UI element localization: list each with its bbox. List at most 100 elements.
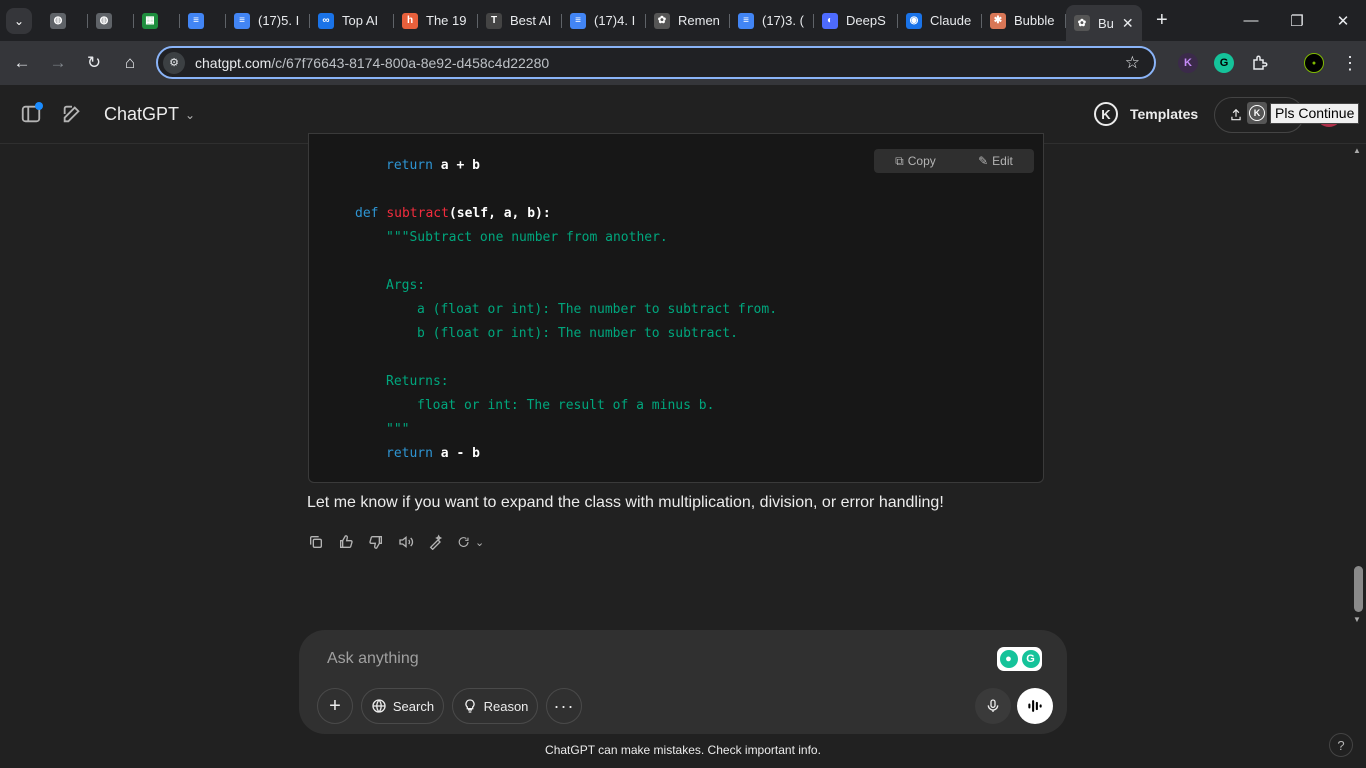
search-button[interactable]: Search [361,688,444,724]
code-line: a (float or int): The number to subtract… [417,302,778,317]
browser-tab[interactable]: ≡ (17)5. I [226,5,310,37]
grammarly-widget[interactable]: ● G [997,647,1042,671]
url-text: chatgpt.com/c/67f76643-8174-800a-8e92-d4… [195,55,549,71]
tab-list: ◍ ◍ ▦ ≡ ≡ (17)5. I ∞ Top AI h The 19 T Best AI ≡ (17)… [42,0,1142,41]
globe-icon [372,699,386,713]
url-path: /c/67f76643-8174-800a-8e92-d458c4d22280 [271,54,550,71]
home-button[interactable]: ⌂ [112,53,148,73]
help-button[interactable]: ? [1329,733,1353,757]
browser-tab[interactable]: ✿ Remen [646,5,730,37]
code-actions: ⧉ Copy ✎ Edit [874,149,1034,173]
tab-search-dropdown[interactable]: ⌄ [6,7,32,34]
docs-icon: ≡ [738,12,754,29]
lightbulb-icon [464,699,475,713]
bookmark-star-icon[interactable]: ☆ [1125,53,1140,73]
browser-tab[interactable]: ∞ Top AI [310,5,394,37]
edit-canvas-icon[interactable] [427,530,445,554]
tab-title: The 19 [426,13,467,28]
k-extension-badge[interactable]: K [1247,102,1267,124]
copy-code-button[interactable]: ⧉ Copy [895,154,936,169]
new-tab-button[interactable]: + [1156,9,1168,32]
tab-title: Best AI [510,13,552,28]
close-window-button[interactable]: ✕ [1320,0,1366,41]
code-line: float or int: The result of a minus b. [417,398,715,413]
browser-tab[interactable]: h The 19 [394,5,478,37]
kimi-extension-icon[interactable]: K [1170,53,1206,73]
templates-button[interactable]: K Templates [1094,102,1198,126]
address-bar[interactable]: ⚙ chatgpt.com/c/67f76643-8174-800a-8e92-… [156,46,1156,79]
grammarly-extension-icon[interactable]: G [1206,53,1242,73]
code-content: return a + b def subtract(self, a, b): """… [355,154,777,466]
prompt-input[interactable]: Ask anything [327,650,419,668]
voice-mode-button[interactable] [1017,688,1053,724]
scrollbar[interactable] [1352,144,1366,628]
tooltip: Pls Continue [1270,103,1360,124]
thumbs-up-icon[interactable] [337,530,355,554]
new-chat-icon[interactable] [61,103,83,130]
copy-message-icon[interactable] [307,530,325,554]
browser-tab[interactable]: ◍ [42,5,88,37]
browser-tab[interactable]: ≡ (17)4. I [562,5,646,37]
composer: Ask anything ● G + Search Reason ··· [299,630,1067,734]
model-selector[interactable]: ChatGPT ⌄ [104,104,195,125]
read-aloud-icon[interactable] [397,530,415,554]
chevron-down-icon: ⌄ [185,107,196,122]
browser-tab[interactable]: ◍ [88,5,134,37]
templates-label: Templates [1130,106,1199,122]
restore-button[interactable]: ❐ [1274,0,1320,41]
openai-icon: ✿ [1074,15,1090,31]
forward-button[interactable]: → [40,53,76,73]
scroll-down-arrow[interactable]: ▼ [1353,615,1361,624]
more-tools-button[interactable]: ··· [546,688,582,724]
reload-button[interactable]: ↻ [76,53,112,73]
minimize-button[interactable]: — [1228,0,1274,41]
browser-tab-strip: ⌄ ◍ ◍ ▦ ≡ ≡ (17)5. I ∞ Top AI h The 19 T Best AI ≡ (1… [0,0,1366,41]
copy-label: Copy [907,154,936,168]
attach-button[interactable]: + [317,688,353,724]
close-tab-icon[interactable]: ✕ [1122,15,1134,32]
hackernoon-icon: h [402,12,418,29]
code-line: return a - b [386,446,480,461]
globe-icon: ◍ [96,12,112,29]
code-line: """ [386,422,410,437]
search-label: Search [392,698,435,714]
browser-tab[interactable]: ≡ (17)3. ( [730,5,814,37]
t-icon: T [486,12,502,29]
code-line: Args: [386,278,426,293]
message-actions: ⌄ [307,530,487,554]
scrollbar-thumb[interactable] [1354,566,1363,612]
ellipsis-icon: ··· [553,695,575,716]
waveform-icon [1028,700,1042,712]
code-token: a + b [440,158,480,173]
code-line: """Subtract one number from another. [386,230,668,245]
browser-tab[interactable]: ✿ Bu ✕ [1066,5,1142,41]
sidebar-toggle-icon[interactable] [20,102,43,130]
scroll-up-arrow[interactable]: ▲ [1353,146,1361,155]
browser-menu-icon[interactable]: ⋮ [1332,53,1366,74]
thumbs-down-icon[interactable] [367,530,385,554]
assistant-message: Let me know if you want to expand the cl… [307,494,944,511]
code-token: a - b [440,446,480,461]
code-token: subtract [386,206,449,221]
dictate-button[interactable] [975,688,1011,724]
back-button[interactable]: ← [4,53,40,73]
code-line: def subtract(self, a, b): [355,206,551,221]
tab-title: (17)3. ( [762,13,804,28]
profile-avatar[interactable]: ● [1296,53,1332,73]
puzzle-extensions-icon[interactable] [1242,54,1278,72]
browser-tab[interactable]: ✱ Bubble [982,5,1066,37]
reason-button[interactable]: Reason [452,688,538,724]
browser-tab[interactable]: ≡ [180,5,226,37]
docs-icon: ≡ [188,12,204,29]
url-host: chatgpt.com [195,54,272,71]
tab-title: Claude [930,13,972,28]
app-title: ChatGPT [104,104,180,124]
disclaimer: ChatGPT can make mistakes. Check importa… [545,743,821,757]
browser-tab[interactable]: ◉ Claude [898,5,982,37]
site-info-icon[interactable]: ⚙ [163,51,185,74]
browser-tab[interactable]: ▦ [134,5,180,37]
regenerate-icon[interactable]: ⌄ [457,530,487,554]
browser-tab[interactable]: ◐ DeepS [814,5,898,37]
edit-code-button[interactable]: ✎ Edit [978,154,1013,168]
browser-tab[interactable]: T Best AI [478,5,562,37]
